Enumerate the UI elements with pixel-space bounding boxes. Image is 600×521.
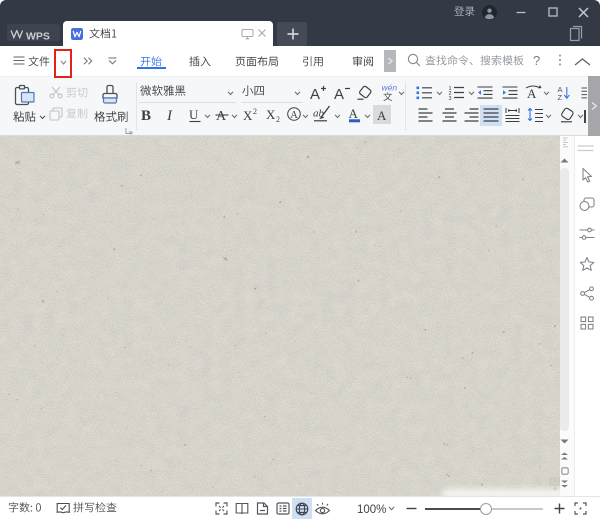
svg-text:A: A	[349, 106, 359, 121]
svg-text:Z: Z	[558, 93, 563, 101]
svg-text:I: I	[167, 108, 173, 123]
svg-text:2: 2	[276, 115, 280, 123]
svg-text:A: A	[310, 86, 320, 101]
svg-text:WPS: WPS	[26, 31, 50, 42]
svg-text:100%: 100%	[357, 504, 386, 515]
svg-text:A: A	[377, 108, 387, 123]
svg-text:X: X	[266, 107, 276, 122]
svg-text:A: A	[216, 109, 227, 123]
svg-text:U: U	[189, 107, 199, 122]
svg-text:2: 2	[253, 107, 257, 116]
svg-text:B: B	[141, 108, 151, 123]
svg-text:?: ?	[533, 53, 540, 68]
svg-text:3: 3	[449, 96, 452, 100]
svg-text:X: X	[243, 108, 253, 122]
svg-text:A: A	[527, 86, 537, 101]
svg-text:A: A	[334, 86, 344, 101]
svg-text:wén: wén	[382, 83, 398, 92]
